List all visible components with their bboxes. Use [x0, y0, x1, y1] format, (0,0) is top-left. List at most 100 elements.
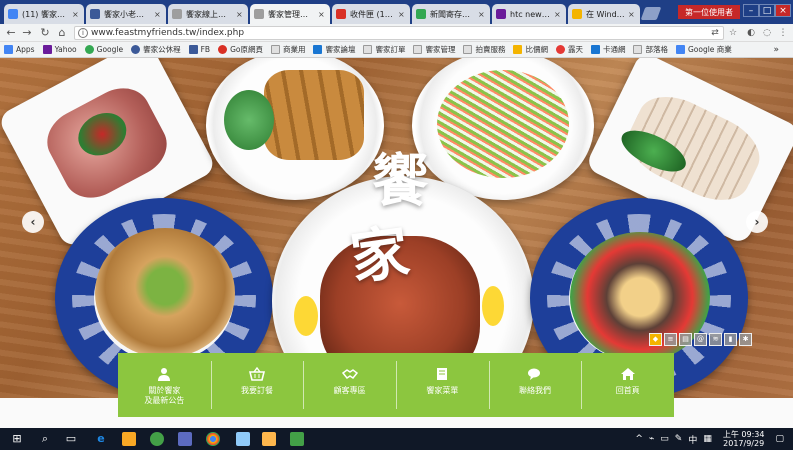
search-icon[interactable]: ⌕: [38, 432, 52, 446]
bookmark-item[interactable]: 商業用: [270, 44, 305, 55]
bookmark-item[interactable]: 部落格: [633, 44, 668, 55]
bookmark-item[interactable]: 拍賣服務: [463, 44, 505, 55]
bookmark-label: 饗家管理: [425, 45, 456, 54]
close-icon[interactable]: ×: [154, 10, 162, 19]
tab-favicon-icon: [172, 9, 182, 19]
tab-label: 新聞寄存網 -: [430, 9, 475, 19]
close-icon[interactable]: ×: [236, 10, 244, 19]
menu-icon[interactable]: ⋮: [778, 28, 788, 38]
bookmark-item[interactable]: FB: [188, 45, 211, 54]
ime-indicator[interactable]: 中: [688, 433, 697, 446]
settings-icon[interactable]: ✱: [739, 333, 752, 346]
close-icon[interactable]: ×: [554, 10, 562, 19]
address-bar[interactable]: i www.feastmyfriends.tw/index.php: [74, 26, 724, 40]
forward-icon[interactable]: →: [20, 26, 34, 40]
notification-icon[interactable]: ▢: [775, 434, 784, 444]
new-tab-button[interactable]: [640, 7, 662, 20]
network-icon[interactable]: ⌁: [649, 434, 654, 444]
email-icon[interactable]: @: [694, 333, 707, 346]
browser-tab[interactable]: 在 Windows ×: [568, 4, 640, 24]
bookmark-label: FB: [200, 45, 211, 54]
browser-tab-strip: (11) 饗家gmai × 饗家小老闆目 × 饗家線上訂位 × 饗家管理系統 ×…: [0, 0, 793, 24]
window-icon[interactable]: ▮: [724, 333, 737, 346]
bookmark-item[interactable]: Yahoo: [42, 45, 77, 54]
keyboard-icon[interactable]: ▦: [703, 434, 712, 444]
home-icon: [620, 368, 635, 380]
nav-item-about[interactable]: 關於饗家 及最新公告: [118, 353, 211, 417]
chevron-up-icon[interactable]: ^: [635, 434, 643, 444]
edge-icon[interactable]: e: [94, 432, 108, 446]
page-icon: [270, 45, 280, 54]
bookmark-label: 饗家論壇: [325, 45, 356, 54]
close-icon[interactable]: ×: [318, 10, 326, 19]
excel-icon[interactable]: [290, 432, 304, 446]
extension-icon[interactable]: ◌: [762, 28, 772, 38]
bookmark-icon: [4, 45, 13, 54]
bookmark-icon: [131, 45, 141, 54]
tab-favicon-icon: [336, 9, 346, 19]
extension-icon[interactable]: ◐: [746, 28, 756, 38]
reload-icon[interactable]: ↻: [38, 26, 52, 40]
star-icon[interactable]: ☆: [728, 28, 738, 38]
task-view-icon[interactable]: ▭: [64, 432, 78, 446]
slider-prev-button[interactable]: ‹: [22, 211, 44, 233]
browser-tab[interactable]: 新聞寄存網 - ×: [412, 4, 490, 24]
windows-start-icon[interactable]: ⊞: [10, 432, 24, 446]
profile-button[interactable]: 第一位使用者: [678, 5, 740, 19]
chrome-icon[interactable]: [206, 432, 220, 446]
close-icon[interactable]: ×: [398, 10, 406, 19]
bookmark-item[interactable]: 饗家公休程: [131, 44, 181, 55]
file-explorer-icon[interactable]: [122, 432, 136, 446]
bookmark-item[interactable]: 卡通網: [590, 44, 625, 55]
browser-tab[interactable]: htc new one ×: [492, 4, 566, 24]
nav-label: 饗家菜單: [426, 386, 459, 395]
bookmark-item[interactable]: Google 商業: [675, 44, 732, 55]
bookmark-item[interactable]: 饗家管理: [413, 44, 455, 55]
close-icon[interactable]: ×: [72, 10, 80, 19]
pen-icon[interactable]: ✎: [675, 434, 683, 444]
bookmark-item[interactable]: Apps: [4, 45, 35, 54]
info-icon[interactable]: i: [78, 28, 88, 38]
text-share-icon[interactable]: ≋: [709, 333, 722, 346]
nav-item-menu[interactable]: 饗家菜單: [396, 353, 489, 417]
bookmark-item[interactable]: 饗家論壇: [313, 44, 355, 55]
close-window-icon[interactable]: ×: [775, 4, 791, 17]
home-icon[interactable]: ⌂: [55, 26, 69, 40]
app-icon[interactable]: [178, 432, 192, 446]
print-icon[interactable]: ▤: [679, 333, 692, 346]
bookmark-icon: [590, 45, 600, 54]
app-icon[interactable]: [262, 432, 276, 446]
close-icon[interactable]: ×: [478, 10, 486, 19]
nav-item-customer[interactable]: 顧客專區: [303, 353, 396, 417]
minimize-icon[interactable]: –: [743, 4, 759, 17]
bookmark-item[interactable]: 比價網: [513, 44, 548, 55]
nav-label: 聯絡我們: [519, 386, 552, 395]
bookmark-item[interactable]: Go原網頁: [218, 44, 263, 55]
tab-label: 在 Windows: [586, 9, 625, 19]
browser-tab[interactable]: (11) 饗家gmai ×: [4, 4, 84, 24]
close-icon[interactable]: ×: [628, 10, 636, 19]
slider-next-button[interactable]: ›: [746, 211, 768, 233]
bookmarks-bar: Apps Yahoo Google 饗家公休程 FB Go原網頁 商業用 饗家論…: [0, 42, 793, 58]
more-bookmarks-icon[interactable]: »: [773, 45, 779, 55]
nav-item-contact[interactable]: 聯絡我們: [488, 353, 582, 417]
bookmark-item[interactable]: Google: [84, 45, 123, 54]
nav-item-home[interactable]: 回首頁: [581, 353, 674, 417]
maximize-icon[interactable]: □: [759, 4, 775, 17]
clock[interactable]: 上午 09:34 2017/9/29: [723, 430, 765, 448]
battery-icon[interactable]: ▭: [660, 434, 669, 444]
bookmark-share-icon[interactable]: ◆: [649, 333, 662, 346]
url-text: www.feastmyfriends.tw/index.php: [91, 28, 245, 38]
browser-tab[interactable]: 饗家線上訂位 ×: [168, 4, 248, 24]
browser-tab[interactable]: 饗家小老闆目 ×: [86, 4, 166, 24]
browser-tab-active[interactable]: 饗家管理系統 ×: [250, 4, 330, 24]
translate-icon[interactable]: ⇄: [710, 28, 720, 38]
share-icon[interactable]: ≡: [664, 333, 677, 346]
browser-tab[interactable]: 收件匣 (114) ×: [332, 4, 410, 24]
nav-item-order[interactable]: 我要訂餐: [210, 353, 304, 417]
app-icon[interactable]: [236, 432, 250, 446]
back-icon[interactable]: ←: [4, 26, 18, 40]
line-app-icon[interactable]: [150, 432, 164, 446]
bookmark-item[interactable]: 饗家訂單: [363, 44, 405, 55]
bookmark-item[interactable]: 露天: [555, 44, 583, 55]
